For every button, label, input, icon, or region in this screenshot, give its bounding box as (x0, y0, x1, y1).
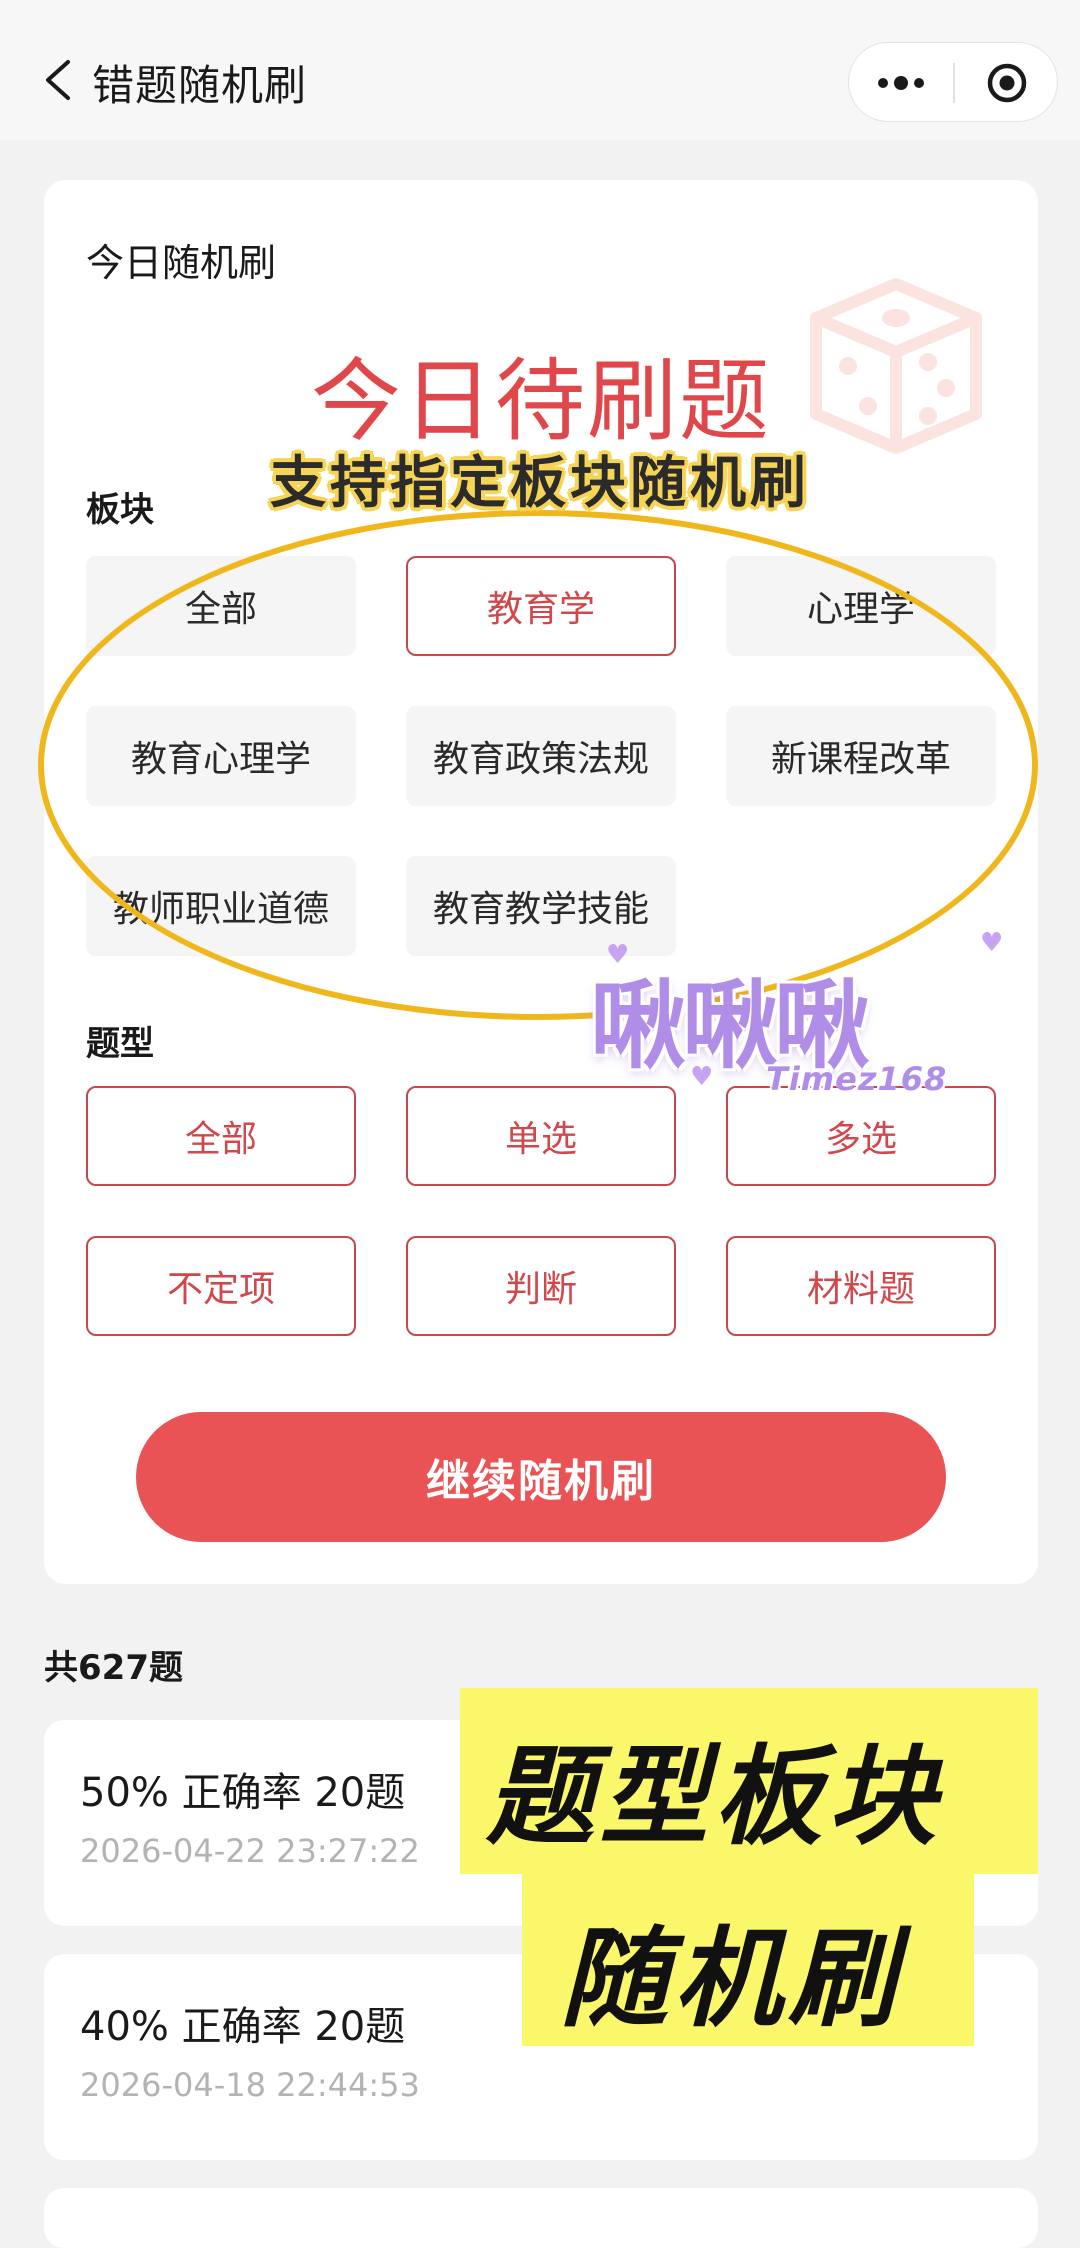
more-dots-icon[interactable] (871, 61, 931, 105)
record-summary: 40% 正确率 20题 (80, 2004, 406, 2050)
type-chip-multiple[interactable]: 多选 (726, 1086, 996, 1186)
section-chip-psychology[interactable]: 心理学 (726, 556, 996, 656)
record-summary: 50% 正确率 20题 (80, 1770, 406, 1816)
section-chip-all[interactable]: 全部 (86, 556, 356, 656)
type-chip-indefinite[interactable]: 不定项 (86, 1236, 356, 1336)
type-chip-material[interactable]: 材料题 (726, 1236, 996, 1336)
card-title: 今日随机刷 (86, 241, 277, 285)
target-icon[interactable] (983, 61, 1031, 105)
chevron-left-icon[interactable] (36, 50, 86, 110)
section-chip-teaching-skills[interactable]: 教育教学技能 (406, 856, 676, 956)
list-item[interactable] (44, 2188, 1038, 2248)
top-nav-bar: 错题随机刷 (0, 0, 1080, 140)
type-chip-judgment[interactable]: 判断 (406, 1236, 676, 1336)
section-chip-pedagogy[interactable]: 教育学 (406, 556, 676, 656)
type-chip-all[interactable]: 全部 (86, 1086, 356, 1186)
heart-icon: ♥ (980, 928, 1004, 958)
watermark-subtext: Timez168 (766, 1060, 948, 1098)
banner-line-1: 题型板块 (486, 1735, 943, 1860)
record-timestamp: 2026-04-18 22:44:53 (80, 2066, 420, 2104)
type-chip-single[interactable]: 单选 (406, 1086, 676, 1186)
section-chip-policy-law[interactable]: 教育政策法规 (406, 706, 676, 806)
total-count: 共627题 (44, 1648, 183, 1688)
section-chip-curriculum-reform[interactable]: 新课程改革 (726, 706, 996, 806)
random-practice-card: 今日随机刷 今日待刷题 板块 全部 教育学 心理学 教育心理学 教育政策法规 新… (44, 180, 1038, 1584)
page-title: 错题随机刷 (92, 61, 308, 110)
section-chip-edu-psychology[interactable]: 教育心理学 (86, 706, 356, 806)
capsule-divider (953, 63, 955, 103)
type-label: 题型 (86, 1024, 154, 1064)
mini-program-capsule (848, 42, 1058, 122)
record-timestamp: 2026-04-22 23:27:22 (80, 1832, 420, 1870)
continue-button[interactable]: 继续随机刷 (136, 1412, 946, 1542)
support-caption: 支持指定板块随机刷 (270, 451, 810, 516)
banner-line-2: 随机刷 (560, 1917, 903, 2042)
section-chip-teacher-ethics[interactable]: 教师职业道德 (86, 856, 356, 956)
